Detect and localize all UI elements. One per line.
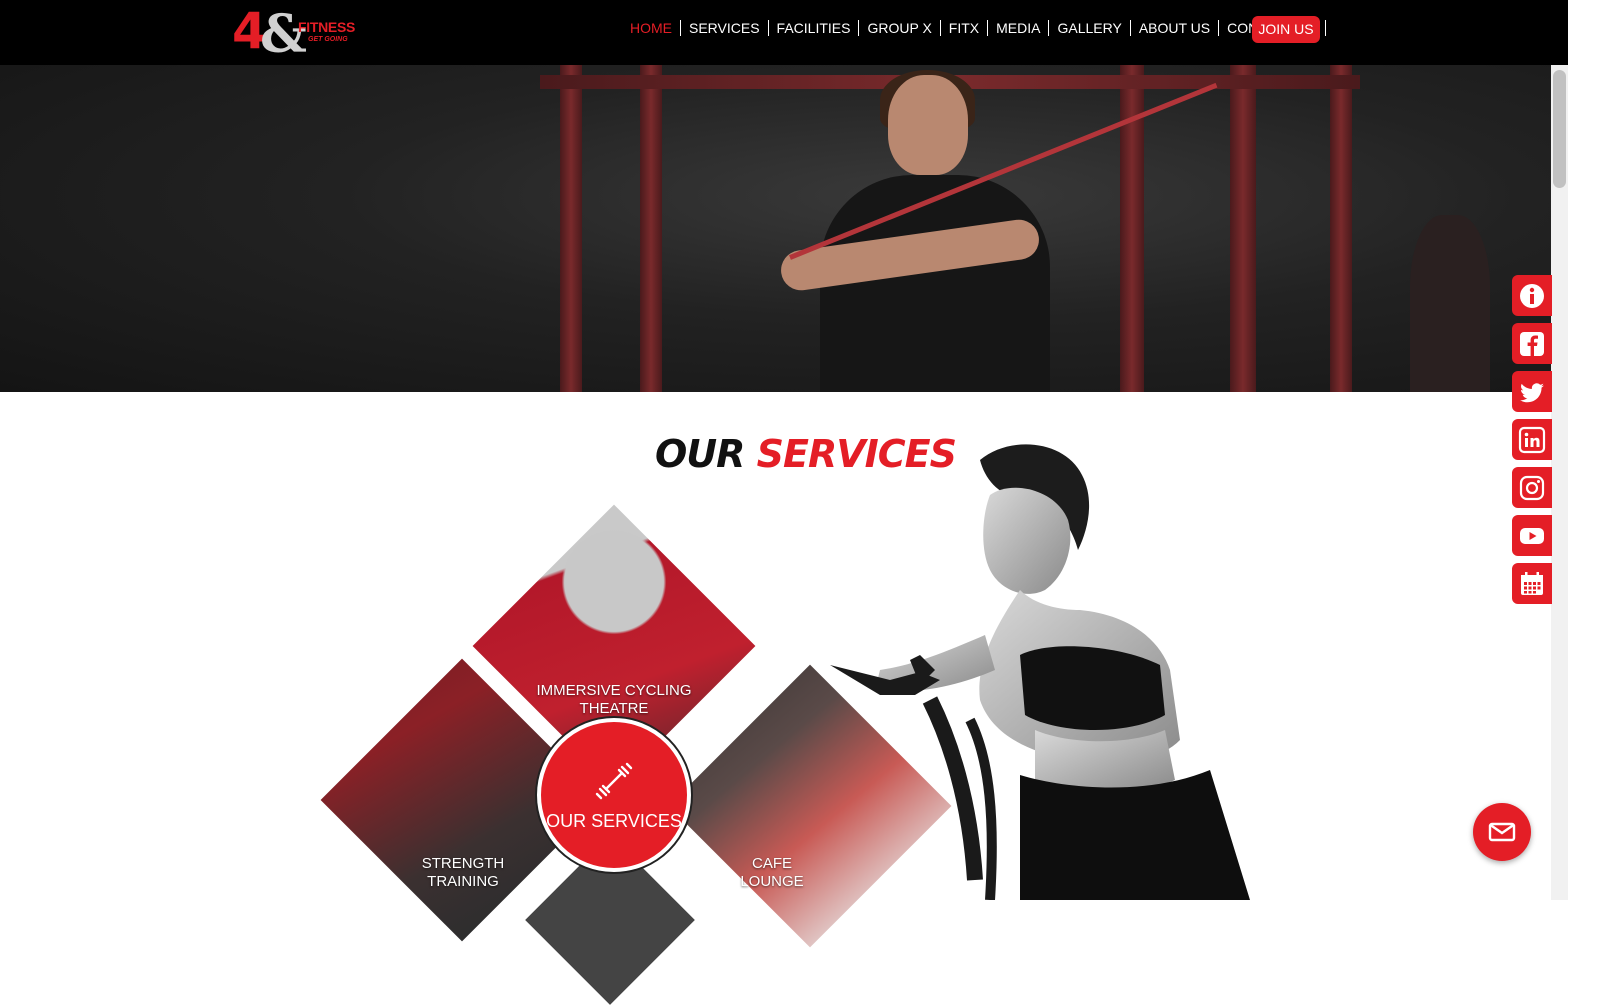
mail-icon xyxy=(1488,822,1516,842)
top-navbar: 4 & FITNESS GET GOING HOME SERVICES FACI… xyxy=(0,0,1568,65)
mail-button[interactable] xyxy=(1473,803,1531,861)
cafe-label-line2: LOUNGE xyxy=(740,873,804,890)
calendar-icon xyxy=(1521,571,1543,595)
nav-item-home[interactable]: HOME xyxy=(630,20,681,36)
logo-number: 4 xyxy=(232,2,267,60)
instagram-icon xyxy=(1519,475,1545,500)
cafe-tile-label: CAFE LOUNGE xyxy=(722,855,822,891)
gym-rack-post xyxy=(1330,65,1352,392)
facebook-button[interactable] xyxy=(1512,323,1552,364)
brand-logo[interactable]: 4 & FITNESS GET GOING xyxy=(232,2,356,65)
strength-tile-label: STRENGTH TRAINING xyxy=(400,855,526,891)
strength-label-line1: STRENGTH xyxy=(421,855,505,872)
page-scrollbar[interactable] xyxy=(1551,0,1568,900)
cycling-tile-label: IMMERSIVE CYCLING THEATRE xyxy=(534,682,694,718)
main-nav: HOME SERVICES FACILITIES GROUP X FITX ME… xyxy=(630,20,1326,36)
gym-rack-post xyxy=(640,65,662,392)
dumbbell-icon xyxy=(595,762,633,799)
info-icon xyxy=(1520,283,1544,308)
youtube-button[interactable] xyxy=(1512,515,1552,556)
our-services-button[interactable]: OUR SERVICES xyxy=(537,718,691,872)
twitter-button[interactable] xyxy=(1512,371,1552,412)
instagram-button[interactable] xyxy=(1512,467,1552,508)
cycling-label-line2: THEATRE xyxy=(579,700,649,717)
info-button[interactable] xyxy=(1512,275,1552,316)
logo-name: FITNESS xyxy=(298,19,356,35)
nav-item-gallery[interactable]: GALLERY xyxy=(1049,20,1131,36)
twitter-icon xyxy=(1520,382,1544,402)
logo-tagline: GET GOING xyxy=(308,36,348,43)
nav-item-group-x[interactable]: GROUP X xyxy=(859,20,941,36)
youtube-icon xyxy=(1520,527,1544,544)
nav-item-services[interactable]: SERVICES xyxy=(681,20,769,36)
social-sidebar xyxy=(1512,275,1552,611)
cafe-label-line1: CAFE xyxy=(751,855,792,872)
hero-person-body xyxy=(820,175,1050,392)
nav-item-fitx[interactable]: FITX xyxy=(941,20,989,36)
gym-rack-post xyxy=(1230,65,1256,392)
linkedin-button[interactable] xyxy=(1512,419,1552,460)
nav-item-about-us[interactable]: ABOUT US xyxy=(1131,20,1220,36)
strength-label-line2: TRAINING xyxy=(427,873,499,890)
hero-person-face xyxy=(888,75,968,175)
join-us-button[interactable]: JOIN US xyxy=(1252,16,1320,43)
hero-background-person xyxy=(1410,215,1490,392)
nav-item-media[interactable]: MEDIA xyxy=(988,20,1050,36)
gym-rack-post xyxy=(560,65,582,392)
scrollbar-thumb[interactable] xyxy=(1553,70,1566,188)
cycling-label-line1: IMMERSIVE CYCLING xyxy=(536,682,692,699)
hero-banner xyxy=(0,65,1551,392)
facebook-icon xyxy=(1520,331,1544,356)
our-services-label: OUR SERVICES xyxy=(546,810,682,831)
calendar-button[interactable] xyxy=(1512,563,1552,604)
services-heading-part1: OUR xyxy=(655,432,745,476)
linkedin-icon xyxy=(1518,426,1546,453)
nav-item-facilities[interactable]: FACILITIES xyxy=(769,20,860,36)
